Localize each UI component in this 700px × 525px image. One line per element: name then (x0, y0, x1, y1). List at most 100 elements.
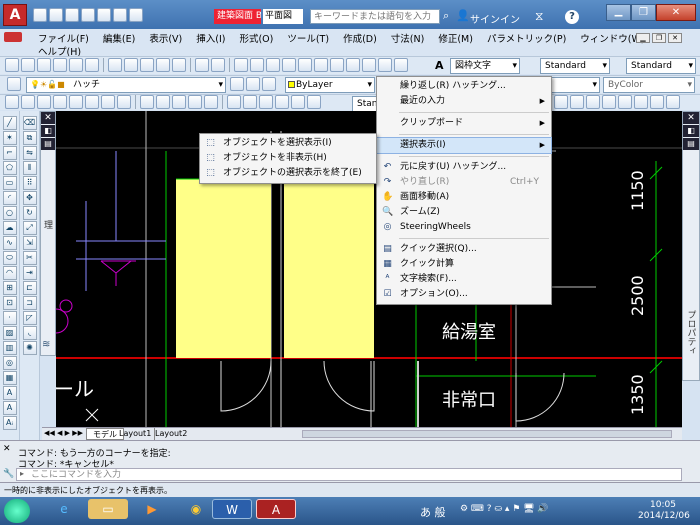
tolerance-icon[interactable] (227, 95, 241, 109)
radius-icon[interactable] (69, 95, 83, 109)
calc-icon[interactable] (378, 58, 392, 72)
menu-edit[interactable]: 編集(E) (103, 34, 135, 45)
chrome-icon[interactable]: ◉ (176, 499, 216, 519)
media-icon[interactable]: ▶ (132, 499, 172, 519)
join-tool-icon[interactable]: ⊐ (22, 296, 37, 310)
dimbreak-icon[interactable] (204, 95, 218, 109)
text-tool-icon[interactable]: A (2, 401, 17, 415)
snap-ins-icon[interactable] (634, 95, 648, 109)
submenu-item-1[interactable]: ⬚ オブジェクトを非表示(H) (200, 151, 376, 166)
pan-icon[interactable] (234, 58, 248, 72)
menu-insert[interactable]: 挿入(I) (196, 34, 225, 45)
angular-icon[interactable] (117, 95, 131, 109)
arc-tool-icon[interactable]: ◜ (2, 191, 17, 205)
make-block-icon[interactable]: ⊡ (2, 296, 17, 310)
dimedit-icon[interactable] (291, 95, 305, 109)
props-menu-icon[interactable]: ▤ (683, 138, 699, 150)
submenu-item-0[interactable]: ⬚ オブジェクトを選択表示(I) (200, 136, 376, 151)
restore-button[interactable]: ❐ (631, 4, 656, 21)
inspect-icon[interactable] (259, 95, 273, 109)
rotate-tool-icon[interactable]: ↻ (22, 206, 37, 220)
snap-quad-icon[interactable] (570, 95, 584, 109)
make-current-icon[interactable] (230, 77, 244, 91)
horizontal-scrollbar[interactable] (302, 430, 672, 438)
sheetset-icon[interactable] (346, 58, 360, 72)
start-button[interactable] (4, 499, 30, 523)
submenu-item-2[interactable]: ⬚ オブジェクトの選択表示を終了(E) (200, 166, 376, 181)
aligned-dim-icon[interactable] (21, 95, 35, 109)
exchange-icon[interactable]: ⧖ (535, 9, 543, 24)
props-pin-icon[interactable]: ◧ (683, 125, 699, 137)
doc-minimize-button[interactable]: ▁ (636, 33, 650, 43)
context-menu-item-1[interactable]: 最近の入力 ▶ (377, 94, 551, 109)
zoom-window-icon[interactable] (266, 58, 280, 72)
undo2-icon[interactable] (195, 58, 209, 72)
ellipse-arc-tool-icon[interactable]: ◠ (2, 266, 17, 280)
region-tool-icon[interactable]: ◎ (2, 356, 17, 370)
rectangle-tool-icon[interactable]: ▭ (2, 176, 17, 190)
zoom-prev-icon[interactable] (282, 58, 296, 72)
mtext-tool-icon[interactable]: A (2, 386, 17, 400)
dim-style-combo[interactable]: Standard (540, 58, 610, 74)
line-tool-icon[interactable]: ╱ (2, 116, 17, 130)
qsave-icon[interactable] (37, 58, 51, 72)
polygon-tool-icon[interactable]: ⬠ (2, 161, 17, 175)
ie-icon[interactable]: e (44, 499, 84, 519)
context-menu-item-15[interactable]: ᴬ 文字検索(F)... (377, 272, 551, 287)
layer-iso-icon[interactable] (262, 77, 276, 91)
baseline-icon[interactable] (156, 95, 170, 109)
preview-icon[interactable] (69, 58, 83, 72)
scale-tool-icon[interactable]: ⤢ (22, 221, 37, 235)
context-menu-item-9[interactable]: ✋ 画面移動(A) (377, 190, 551, 205)
snap-center-icon[interactable] (554, 95, 568, 109)
linear-dim-icon[interactable] (5, 95, 19, 109)
open-icon[interactable] (49, 8, 63, 22)
command-input[interactable]: ▸ ここにコマンドを入力 (16, 468, 682, 481)
toolpalette-icon[interactable] (330, 58, 344, 72)
tab-layout1[interactable]: Layout1 (116, 428, 156, 440)
dimtedit-icon[interactable] (307, 95, 321, 109)
context-menu-item-11[interactable]: ◎ SteeringWheels (377, 220, 551, 235)
right-palette-label[interactable]: プロパティ (685, 310, 698, 370)
snap-node-icon[interactable] (650, 95, 664, 109)
xline-tool-icon[interactable]: ✶ (2, 131, 17, 145)
clock-time[interactable]: 10:05 (650, 500, 676, 510)
snap-par-icon[interactable] (618, 95, 632, 109)
tray-ime[interactable]: あ 般 (420, 504, 446, 520)
move-tool-icon[interactable]: ✥ (22, 191, 37, 205)
offset-tool-icon[interactable]: ⫴ (22, 161, 37, 175)
revcloud-tool-icon[interactable]: ☁ (2, 221, 17, 235)
designcenter-icon[interactable] (314, 58, 328, 72)
print-icon[interactable] (97, 8, 111, 22)
layer-prev-icon[interactable] (246, 77, 260, 91)
blockedit-icon[interactable] (172, 58, 186, 72)
redo-icon[interactable] (129, 8, 143, 22)
color-combo[interactable]: ByLayer (285, 77, 375, 93)
copy-icon[interactable] (124, 58, 138, 72)
snap-near-icon[interactable] (666, 95, 680, 109)
palette-menu-icon[interactable]: ▤ (41, 138, 55, 150)
menu-dimension[interactable]: 寸法(N) (391, 34, 425, 45)
saveas-icon[interactable] (81, 8, 95, 22)
point-tool-icon[interactable]: · (2, 311, 17, 325)
undo-icon[interactable] (113, 8, 127, 22)
stretch-tool-icon[interactable]: ⇲ (22, 236, 37, 250)
layer-props-icon[interactable] (7, 77, 21, 91)
table-tool-icon[interactable]: ▦ (2, 371, 17, 385)
lineweight-combo[interactable]: ByColor (603, 77, 695, 93)
zoom-realtime-icon[interactable] (250, 58, 264, 72)
qopen-icon[interactable] (21, 58, 35, 72)
snap-tan-icon[interactable] (586, 95, 600, 109)
help2-icon[interactable] (394, 58, 408, 72)
context-menu-item-3[interactable]: クリップボード ▶ (377, 116, 551, 131)
snap-perp-icon[interactable] (602, 95, 616, 109)
cut-icon[interactable] (108, 58, 122, 72)
menu-window[interactable]: ウィンドウ(W) (580, 34, 644, 45)
doc-restore-button[interactable]: ❐ (652, 33, 666, 43)
copy-tool-icon[interactable]: ⧉ (22, 131, 37, 145)
minimize-button[interactable]: ▁ (606, 4, 631, 21)
properties-icon[interactable] (298, 58, 312, 72)
menu-draw[interactable]: 作成(D) (343, 34, 377, 45)
menu-parametric[interactable]: パラメトリック(P) (487, 34, 566, 45)
doc-close-button[interactable]: ✕ (668, 33, 682, 43)
